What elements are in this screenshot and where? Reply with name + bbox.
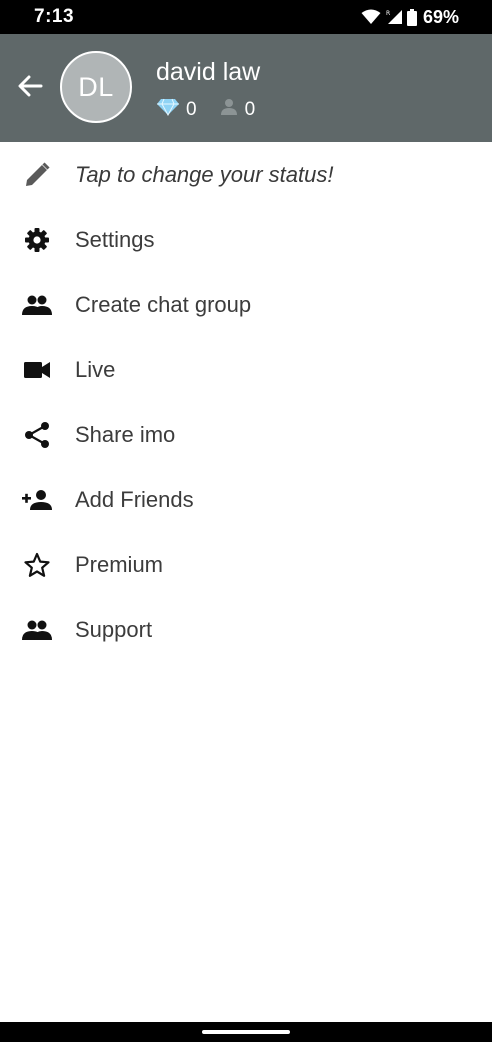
battery-icon (406, 8, 417, 26)
menu-item-label: Share imo (75, 421, 176, 447)
home-gesture-handle[interactable] (202, 1030, 290, 1034)
person-icon (219, 98, 239, 121)
menu-item-label: Tap to change your status! (75, 161, 334, 187)
group-icon (22, 615, 52, 645)
user-name[interactable]: david law (156, 58, 260, 87)
menu-item-live[interactable]: Live (0, 337, 492, 402)
menu-item-label: Settings (75, 226, 155, 252)
menu-item-settings[interactable]: Settings (0, 207, 492, 272)
menu-item-share-imo[interactable]: Share imo (0, 402, 492, 467)
followers-count: 0 (244, 98, 256, 120)
cell-signal-icon: R (385, 9, 403, 25)
svg-text:R: R (386, 10, 390, 17)
drawer-menu: Tap to change your status! Settings Crea… (0, 142, 492, 662)
gear-icon (22, 225, 52, 255)
system-nav-bar (0, 1022, 492, 1042)
battery-percentage: 69% (422, 6, 459, 27)
menu-item-label: Create chat group (75, 291, 252, 317)
followers-stat[interactable]: 0 (219, 98, 256, 121)
menu-item-label: Premium (75, 551, 164, 577)
back-button[interactable] (14, 72, 46, 104)
menu-item-premium[interactable]: Premium (0, 532, 492, 597)
star-outline-icon (22, 550, 52, 580)
avatar-initials: DL (78, 71, 114, 102)
status-time: 7:13 (34, 6, 75, 27)
status-bar: 7:13 R 69% (0, 0, 492, 34)
video-camera-icon (22, 355, 52, 385)
pencil-icon (22, 160, 52, 190)
arrow-left-icon (17, 75, 43, 102)
wifi-icon (361, 9, 381, 25)
profile-header: DL david law 0 0 (0, 34, 492, 142)
menu-item-support[interactable]: Support (0, 597, 492, 662)
group-icon (22, 290, 52, 320)
avatar[interactable]: DL (60, 51, 132, 123)
menu-item-label: Live (75, 356, 116, 382)
share-icon (22, 420, 52, 450)
menu-item-label: Support (75, 616, 153, 642)
diamonds-stat[interactable]: 0 (156, 98, 197, 121)
diamond-icon (156, 98, 180, 121)
menu-item-status[interactable]: Tap to change your status! (0, 142, 492, 207)
menu-item-add-friends[interactable]: Add Friends (0, 467, 492, 532)
diamonds-count: 0 (186, 98, 197, 120)
menu-item-label: Add Friends (75, 486, 194, 512)
add-person-icon (22, 485, 52, 515)
menu-item-create-chat-group[interactable]: Create chat group (0, 272, 492, 337)
status-icons: R 69% (361, 7, 459, 28)
profile-stats: 0 0 (156, 98, 277, 121)
